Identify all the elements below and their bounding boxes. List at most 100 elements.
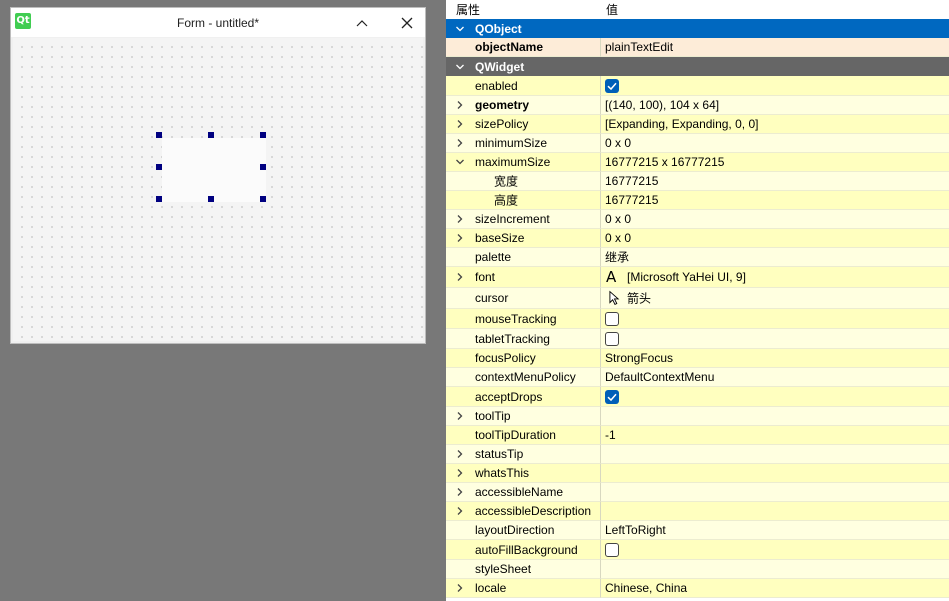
property-row-style-sheet[interactable]: styleSheet (446, 560, 949, 579)
property-value-cell[interactable]: DefaultContextMenu (601, 368, 949, 387)
property-name-cell[interactable]: font (446, 267, 601, 288)
resize-handle[interactable] (208, 196, 214, 202)
checkbox-unchecked[interactable] (605, 331, 619, 346)
resize-handle[interactable] (260, 132, 266, 138)
chevron-right-icon[interactable] (455, 272, 465, 282)
property-row-height[interactable]: 高度 16777215 (446, 191, 949, 210)
property-name-cell[interactable]: toolTip (446, 407, 601, 426)
property-value-cell[interactable] (601, 560, 949, 579)
property-row-width[interactable]: 宽度 16777215 (446, 172, 949, 191)
property-row-tool-tip[interactable]: toolTip (446, 407, 949, 426)
chevron-down-icon[interactable] (455, 24, 465, 34)
property-row-accessible-description[interactable]: accessibleDescription (446, 502, 949, 521)
property-row-auto-fill-background[interactable]: autoFillBackground (446, 540, 949, 560)
resize-handle[interactable] (260, 196, 266, 202)
property-row-tool-tip-duration[interactable]: toolTipDuration -1 (446, 426, 949, 445)
checkbox-checked[interactable] (605, 78, 619, 93)
property-value-cell[interactable]: 0 x 0 (601, 229, 949, 248)
property-row-object-name[interactable]: objectName plainTextEdit (446, 38, 949, 57)
property-name-cell[interactable]: statusTip (446, 445, 601, 464)
property-value-cell[interactable]: [(140, 100), 104 x 64] (601, 96, 949, 115)
property-value-cell[interactable] (601, 387, 949, 407)
chevron-right-icon[interactable] (455, 411, 465, 421)
property-value-cell[interactable] (601, 540, 949, 560)
property-name-cell[interactable]: 高度 (446, 191, 601, 210)
property-row-font[interactable]: font A [Microsoft YaHei UI, 9] (446, 267, 949, 288)
property-name-cell[interactable]: layoutDirection (446, 521, 601, 540)
property-value-cell[interactable]: 16777215 x 16777215 (601, 153, 949, 172)
property-name-cell[interactable]: baseSize (446, 229, 601, 248)
property-name-cell[interactable]: whatsThis (446, 464, 601, 483)
resize-handle[interactable] (260, 164, 266, 170)
property-value-cell[interactable]: 继承 (601, 248, 949, 267)
chevron-right-icon[interactable] (455, 138, 465, 148)
property-row-accept-drops[interactable]: acceptDrops (446, 387, 949, 407)
chevron-right-icon[interactable] (455, 100, 465, 110)
resize-handle[interactable] (156, 196, 162, 202)
property-value-cell[interactable] (601, 464, 949, 483)
property-name-cell[interactable]: objectName (446, 38, 601, 57)
property-row-layout-direction[interactable]: layoutDirection LeftToRight (446, 521, 949, 540)
chevron-right-icon[interactable] (455, 233, 465, 243)
property-name-cell[interactable]: styleSheet (446, 560, 601, 579)
form-canvas[interactable] (13, 38, 423, 341)
property-row-maximum-size[interactable]: maximumSize 16777215 x 16777215 (446, 153, 949, 172)
property-value-cell[interactable]: Chinese, China (601, 579, 949, 598)
property-value-cell[interactable]: A [Microsoft YaHei UI, 9] (601, 267, 949, 288)
property-value-cell[interactable]: plainTextEdit (601, 38, 949, 57)
property-value-cell[interactable] (601, 445, 949, 464)
property-name-cell[interactable]: cursor (446, 288, 601, 309)
property-value-cell[interactable]: 0 x 0 (601, 210, 949, 229)
property-value-cell[interactable]: -1 (601, 426, 949, 445)
property-name-cell[interactable]: geometry (446, 96, 601, 115)
property-name-cell[interactable]: locale (446, 579, 601, 598)
property-group-qwidget[interactable]: QWidget (446, 57, 949, 76)
property-row-accessible-name[interactable]: accessibleName (446, 483, 949, 502)
checkbox-checked[interactable] (605, 389, 619, 404)
property-row-cursor[interactable]: cursor 箭头 (446, 288, 949, 309)
chevron-right-icon[interactable] (455, 468, 465, 478)
resize-handle[interactable] (156, 164, 162, 170)
chevron-right-icon[interactable] (455, 487, 465, 497)
property-value-cell[interactable] (601, 407, 949, 426)
property-name-cell[interactable]: accessibleName (446, 483, 601, 502)
property-value-cell[interactable]: 0 x 0 (601, 134, 949, 153)
property-value-cell[interactable] (601, 502, 949, 521)
property-row-focus-policy[interactable]: focusPolicy StrongFocus (446, 349, 949, 368)
property-row-palette[interactable]: palette 继承 (446, 248, 949, 267)
property-name-cell[interactable]: mouseTracking (446, 309, 601, 329)
property-name-cell[interactable]: accessibleDescription (446, 502, 601, 521)
property-row-size-policy[interactable]: sizePolicy [Expanding, Expanding, 0, 0] (446, 115, 949, 134)
chevron-right-icon[interactable] (455, 214, 465, 224)
checkbox-unchecked[interactable] (605, 542, 619, 557)
property-row-base-size[interactable]: baseSize 0 x 0 (446, 229, 949, 248)
property-row-status-tip[interactable]: statusTip (446, 445, 949, 464)
form-title-bar[interactable]: Qt Form - untitled* (11, 8, 425, 37)
property-value-cell[interactable] (601, 329, 949, 349)
resize-handle[interactable] (156, 132, 162, 138)
property-name-cell[interactable]: maximumSize (446, 153, 601, 172)
resize-handle[interactable] (208, 132, 214, 138)
plain-text-edit-widget[interactable] (162, 138, 266, 202)
property-name-cell[interactable]: tabletTracking (446, 329, 601, 349)
property-value-cell[interactable] (601, 483, 949, 502)
property-name-cell[interactable]: 宽度 (446, 172, 601, 191)
property-row-minimum-size[interactable]: minimumSize 0 x 0 (446, 134, 949, 153)
property-name-cell[interactable]: focusPolicy (446, 349, 601, 368)
property-name-cell[interactable]: sizePolicy (446, 115, 601, 134)
property-column-header[interactable]: 属性 (456, 1, 480, 18)
property-name-cell[interactable]: contextMenuPolicy (446, 368, 601, 387)
property-value-cell[interactable]: 16777215 (601, 191, 949, 210)
property-group-qobject[interactable]: QObject (446, 19, 949, 38)
chevron-right-icon[interactable] (455, 506, 465, 516)
property-value-cell[interactable]: 16777215 (601, 172, 949, 191)
property-name-cell[interactable]: sizeIncrement (446, 210, 601, 229)
chevron-down-icon[interactable] (455, 157, 465, 167)
property-row-locale[interactable]: locale Chinese, China (446, 579, 949, 598)
collapse-button[interactable] (347, 8, 377, 37)
close-button[interactable] (392, 8, 422, 37)
property-row-tablet-tracking[interactable]: tabletTracking (446, 329, 949, 349)
checkbox-unchecked[interactable] (605, 311, 619, 326)
property-name-cell[interactable]: minimumSize (446, 134, 601, 153)
value-column-header[interactable]: 值 (606, 1, 618, 18)
